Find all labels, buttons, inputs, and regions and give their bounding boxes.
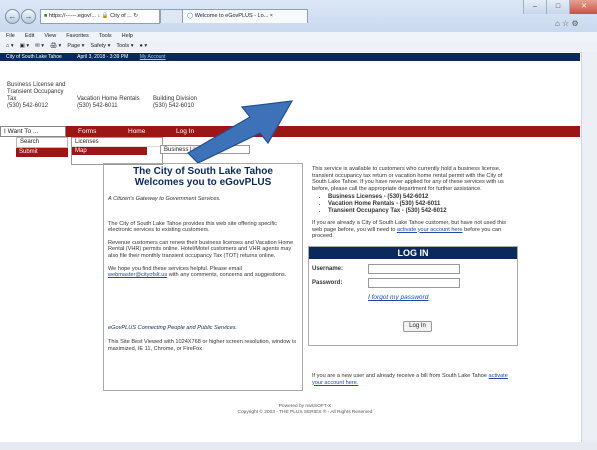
header-line: Tax [7,96,17,102]
dropdown-item-map[interactable]: Map [72,147,147,155]
site-top-strip: City of South Lake Tahoe April 3, 2018 -… [0,53,580,61]
existing-customer-paragraph: If you are already a City of South Lake … [312,220,506,240]
command-item[interactable]: ● ▾ [139,43,147,49]
command-item[interactable]: ✉ ▾ [35,43,44,49]
brand-line: eGovPLUS Connecting People and Public Se… [108,324,238,331]
command-item[interactable]: 🖨 ▾ [50,43,61,49]
username-label: Username: [312,266,344,272]
tab-close-icon[interactable]: × [270,13,273,19]
menu-submit[interactable]: Submit [16,148,68,157]
department-phone-list: Business Licenses - (530) 542-6012 Vacat… [320,194,528,215]
username-input[interactable] [368,264,460,274]
activate-account-link[interactable]: activate your account here [397,227,463,233]
address-suffix: ↓ 🔒 City of ... ↻ [97,13,138,19]
copyright: Copyright © 2003 - THE PLUS SERIES ® - A… [237,409,373,415]
service-info-paragraph: This service is available to customers w… [312,166,504,192]
page-footer: Powered by nwsSOFT-X Copyright © 2003 - … [175,404,435,415]
city-label: City of South Lake Tahoe [6,54,62,60]
my-account-link[interactable]: My Account [140,54,166,60]
welcome-title-line1: The City of South Lake Tahoe [133,166,273,177]
address-text: https://------.egov/... [48,13,96,19]
left-menu: Search Submit [16,137,68,157]
command-item[interactable]: Page ▾ [67,43,84,49]
login-title: LOG IN [309,247,517,259]
forward-button[interactable]: → [21,9,36,24]
nav-home[interactable]: Home [128,126,145,137]
header-line: Vacation Home Rentals [77,96,140,102]
new-user-note: If you are a new user and already receiv… [312,373,508,386]
best-viewed-note: This Site Best Viewed with 1024X768 or h… [108,339,297,352]
login-button[interactable]: Log In [403,321,432,332]
bullet-business-licenses: Business Licenses - (530) 542-6012 [328,194,528,201]
menu-help[interactable]: Help [122,33,133,39]
toolbar-icons[interactable]: ⌂ ☆ ⚙ [555,19,579,28]
menu-favorites[interactable]: Favorites [66,33,89,39]
tab-active[interactable]: ◯ Welcome to eGovPLUS - Lo... × [182,9,308,23]
intro-paragraph: The City of South Lake Tahoe provides th… [108,220,277,234]
forgot-password-link[interactable]: I forgot my password [368,294,428,301]
vertical-scrollbar[interactable] [581,52,597,442]
command-item[interactable]: Tools ▾ [116,43,133,49]
datetime: April 3, 2018 - 3:39 PM [77,54,129,60]
status-bar [0,442,597,450]
menu-file[interactable]: File [6,33,15,39]
i-want-to-dropdown[interactable]: I Want To ... [0,126,66,137]
webmaster-email-link[interactable]: webmaster@cityofslt.us [108,272,167,278]
bullet-tot: Transient Occupancy Tax - (530) 542-6012 [328,208,528,215]
welcome-title-line2: Welcomes you to eGovPLUS [134,177,272,188]
header-line: Business License and [7,82,66,88]
header-line: (530) 542-6011 [77,103,118,109]
header-contact-vhr: Vacation Home Rentals (530) 542-6011 [77,96,140,110]
contact-paragraph: We hope you find these services helpful.… [108,265,287,279]
menu-view[interactable]: View [44,33,56,39]
maximize-button[interactable]: □ [546,0,569,14]
menu-search[interactable]: Search [16,137,68,148]
dropdown-item-licenses[interactable]: Licenses [72,138,162,147]
command-item[interactable]: Safety ▾ [90,43,110,49]
tab-title: Welcome to eGovPLUS - Lo... [194,13,269,19]
menu-tools[interactable]: Tools [99,33,112,39]
welcome-panel: The City of South Lake Tahoe Welcomes yo… [103,163,303,391]
header-line: Transient Occupancy [7,89,64,95]
bullet-vacation-rentals: Vacation Home Rentals - (530) 542-6011 [328,201,528,208]
forms-dropdown: Licenses Map [71,137,163,165]
menu-bar: File Edit View Favorites Tools Help [0,32,597,41]
header-line: (530) 542-6012 [7,103,49,109]
command-item[interactable]: ⌂ ▾ [6,43,14,49]
address-bar[interactable]: ■ https://------.egov/... ↓ 🔒 City of ..… [40,9,160,24]
revenue-paragraph: Revenue customers can renew their busine… [108,239,294,259]
annotation-arrow-icon [187,100,294,164]
back-button[interactable]: ← [5,9,20,24]
password-label: Password: [312,280,343,286]
tagline: A Citizen's Gateway to Government Servic… [108,196,221,202]
close-window-button[interactable]: ✕ [569,0,597,14]
menu-edit[interactable]: Edit [25,33,34,39]
header-contact-license: Business License and Transient Occupancy T… [7,82,65,110]
password-input[interactable] [368,278,460,288]
minimize-button[interactable]: – [523,0,546,14]
nav-forms[interactable]: Forms [78,126,96,137]
window-controls: – □ ✕ [523,0,597,14]
command-item[interactable]: ▣ ▾ [20,43,30,49]
